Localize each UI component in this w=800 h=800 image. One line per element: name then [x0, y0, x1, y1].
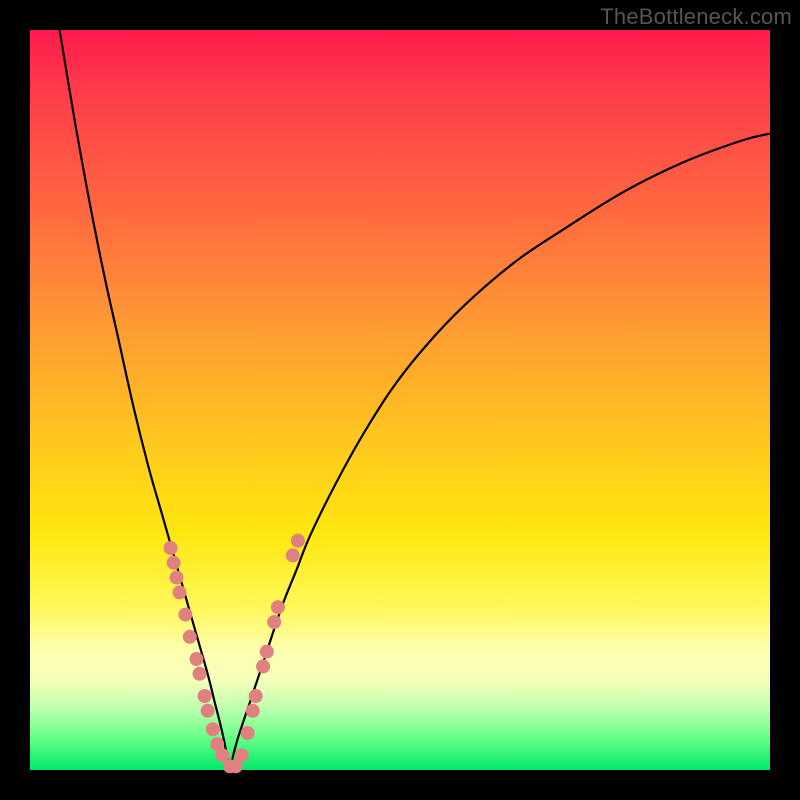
watermark-text: TheBottleneck.com — [600, 4, 792, 30]
scatter-dot — [170, 571, 184, 585]
scatter-dot — [246, 704, 260, 718]
scatter-dot — [173, 585, 187, 599]
scatter-dot — [241, 726, 255, 740]
scatter-dot — [249, 689, 263, 703]
scatter-dot — [291, 534, 305, 548]
right-branch-path — [230, 134, 770, 770]
scatter-dot — [235, 748, 249, 762]
scatter-dot — [193, 667, 207, 681]
scatter-dot — [256, 659, 270, 673]
scatter-dots — [164, 534, 305, 774]
scatter-dot — [286, 548, 300, 562]
plot-area — [30, 30, 770, 770]
scatter-dot — [178, 608, 192, 622]
scatter-dot — [190, 652, 204, 666]
scatter-dot — [260, 645, 274, 659]
curve-line — [60, 30, 770, 770]
scatter-dot — [267, 615, 281, 629]
scatter-dot — [201, 704, 215, 718]
chart-frame: TheBottleneck.com — [0, 0, 800, 800]
left-branch-path — [60, 30, 230, 770]
scatter-dot — [198, 689, 212, 703]
scatter-dot — [183, 630, 197, 644]
scatter-dot — [271, 600, 285, 614]
scatter-dot — [167, 556, 181, 570]
scatter-dot — [164, 541, 178, 555]
scatter-dot — [206, 722, 220, 736]
curve-svg — [30, 30, 770, 770]
